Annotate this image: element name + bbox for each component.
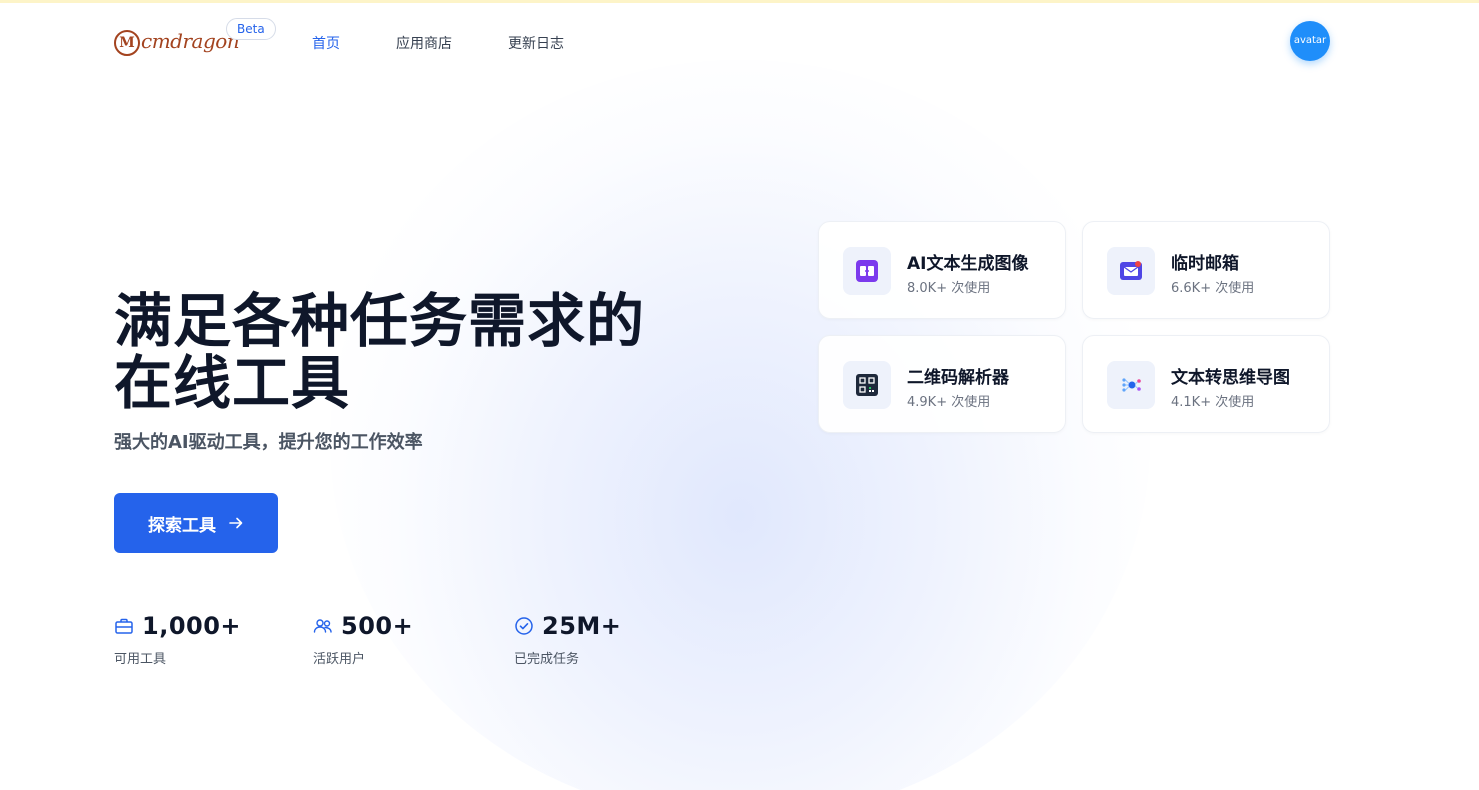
mindmap-icon (1107, 361, 1155, 409)
hero-subtitle: 强大的AI驱动工具，提升您的工作效率 (114, 432, 423, 453)
nav-app-store[interactable]: 应用商店 (396, 33, 452, 53)
hero-title-line-2: 在线工具 (114, 349, 351, 417)
tool-title: AI文本生成图像 (907, 254, 1029, 274)
tool-usage: 4.9K+ 次使用 (907, 395, 991, 410)
logo-mark-icon: M (114, 30, 140, 56)
explore-tools-label: 探索工具 (148, 515, 216, 535)
tool-usage: 6.6K+ 次使用 (1171, 281, 1255, 296)
explore-tools-button[interactable]: 探索工具 (114, 493, 278, 553)
tool-title: 临时邮箱 (1171, 254, 1239, 274)
stat-value: 1,000+ (142, 612, 242, 640)
nav-home[interactable]: 首页 (312, 33, 340, 53)
tool-card-ai-image[interactable]: AI文本生成图像 8.0K+ 次使用 (818, 221, 1066, 319)
logo-text: cmdragon (141, 29, 240, 53)
tool-usage: 4.1K+ 次使用 (1171, 395, 1255, 410)
tool-title: 二维码解析器 (907, 368, 1009, 388)
check-circle-icon (514, 616, 534, 636)
stat-tools: 1,000+ 可用工具 (114, 612, 294, 667)
avatar[interactable]: avatar (1290, 21, 1330, 61)
beta-badge: Beta (226, 18, 276, 40)
hero-title-line-1: 满足各种任务需求的 (114, 287, 646, 355)
stat-users: 500+ 活跃用户 (313, 612, 493, 667)
stat-label: 可用工具 (114, 652, 167, 667)
tool-title: 文本转思维导图 (1171, 368, 1290, 388)
page: M cmdragon Beta 首页 应用商店 更新日志 avatar 满足各种… (0, 0, 1479, 790)
mailbox-icon (1107, 247, 1155, 295)
nav-changelog[interactable]: 更新日志 (508, 33, 564, 53)
toolbox-icon (114, 616, 134, 636)
tool-usage: 8.0K+ 次使用 (907, 281, 991, 296)
stat-value: 500+ (341, 612, 414, 640)
header: M cmdragon Beta 首页 应用商店 更新日志 avatar (0, 3, 1479, 75)
tool-card-qrcode[interactable]: 二维码解析器 4.9K+ 次使用 (818, 335, 1066, 433)
stat-value: 25M+ (542, 612, 622, 640)
tool-card-mindmap[interactable]: 文本转思维导图 4.1K+ 次使用 (1082, 335, 1330, 433)
users-icon (313, 616, 333, 636)
logo[interactable]: M cmdragon Beta (114, 18, 276, 63)
stat-label: 已完成任务 (514, 652, 580, 667)
tool-card-temp-mail[interactable]: 临时邮箱 6.6K+ 次使用 (1082, 221, 1330, 319)
stat-tasks: 25M+ 已完成任务 (514, 612, 694, 667)
image-generation-icon (843, 247, 891, 295)
arrow-right-icon (228, 515, 244, 531)
stat-label: 活跃用户 (313, 652, 366, 667)
hero-title: 满足各种任务需求的 在线工具 (114, 290, 714, 414)
qrcode-icon (843, 361, 891, 409)
